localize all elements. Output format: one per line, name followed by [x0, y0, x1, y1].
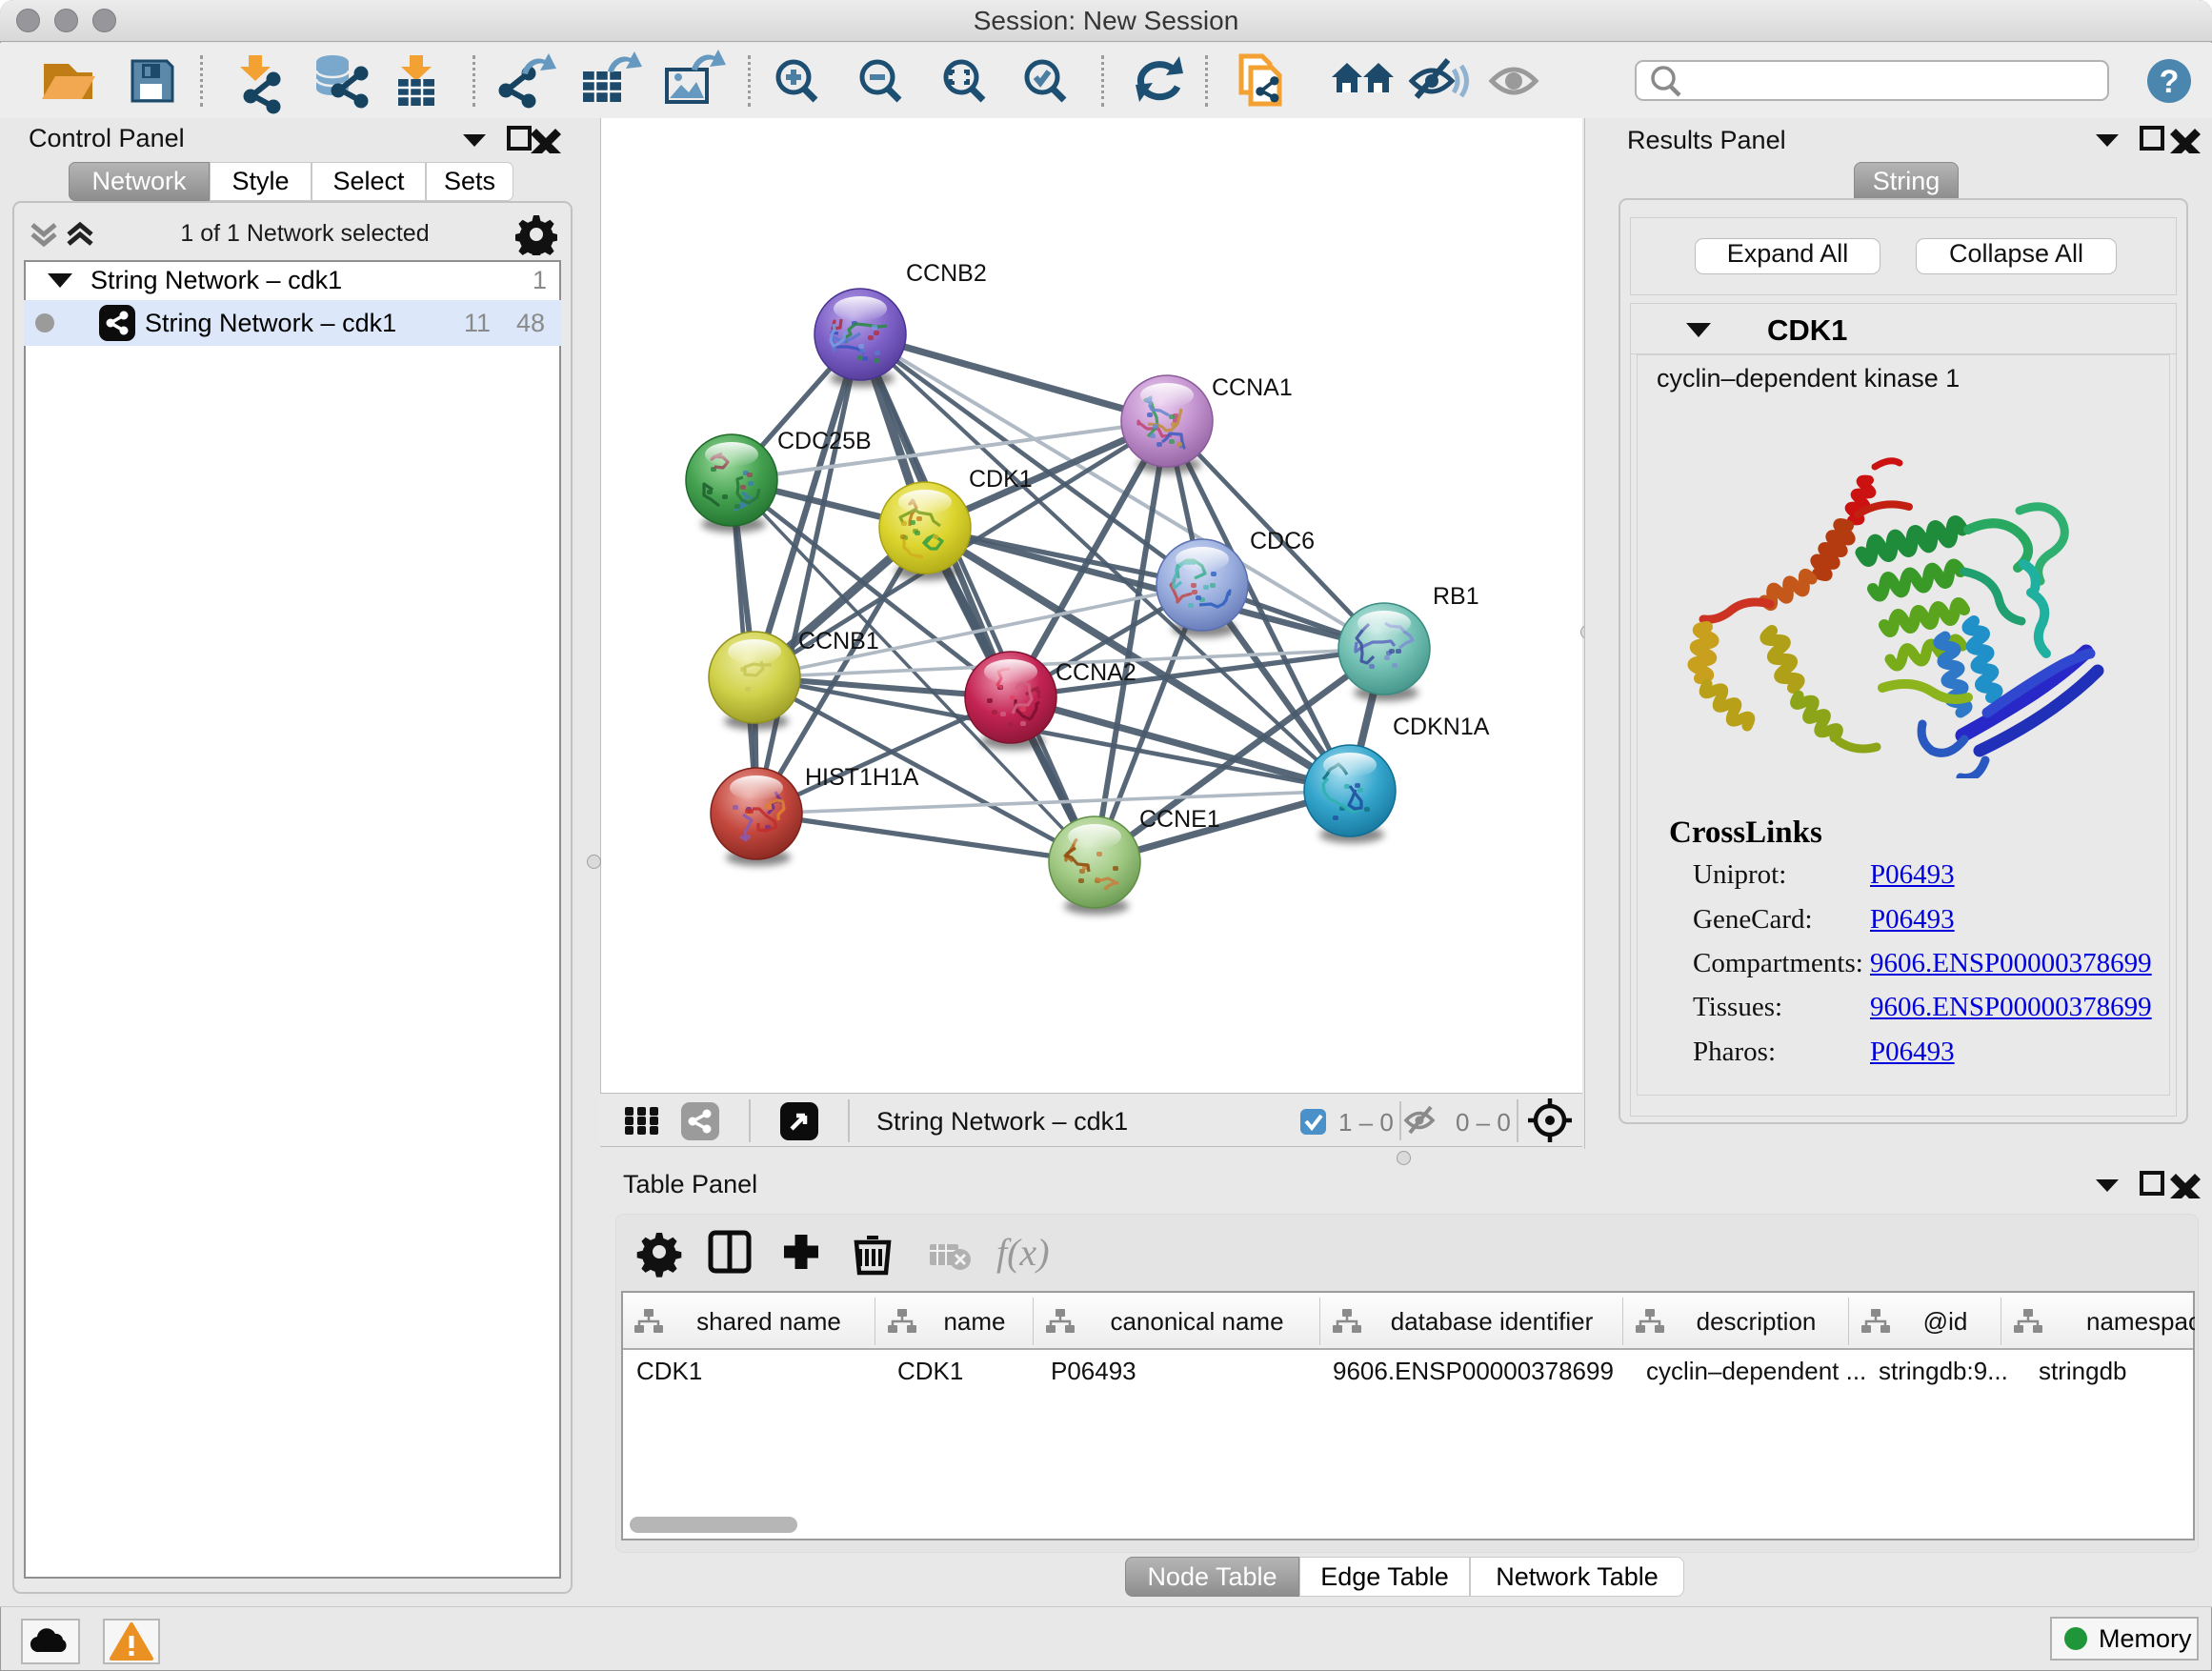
- svg-text:CDC25B: CDC25B: [777, 428, 872, 454]
- svg-text:CDK1: CDK1: [969, 466, 1033, 493]
- svg-text:CDKN1A: CDKN1A: [1393, 714, 1490, 740]
- svg-text:CCNE1: CCNE1: [1139, 806, 1220, 833]
- svg-text:RB1: RB1: [1433, 583, 1479, 610]
- svg-text:?: ?: [2160, 64, 2180, 100]
- svg-text:f(x): f(x): [996, 1231, 1050, 1274]
- svg-text:CCNB1: CCNB1: [798, 628, 879, 654]
- svg-text:CDC6: CDC6: [1250, 528, 1315, 554]
- svg-text:CCNA2: CCNA2: [1056, 659, 1136, 686]
- svg-text:CCNA1: CCNA1: [1212, 374, 1293, 401]
- svg-text:CCNB2: CCNB2: [906, 260, 987, 287]
- svg-text:HIST1H1A: HIST1H1A: [805, 764, 919, 791]
